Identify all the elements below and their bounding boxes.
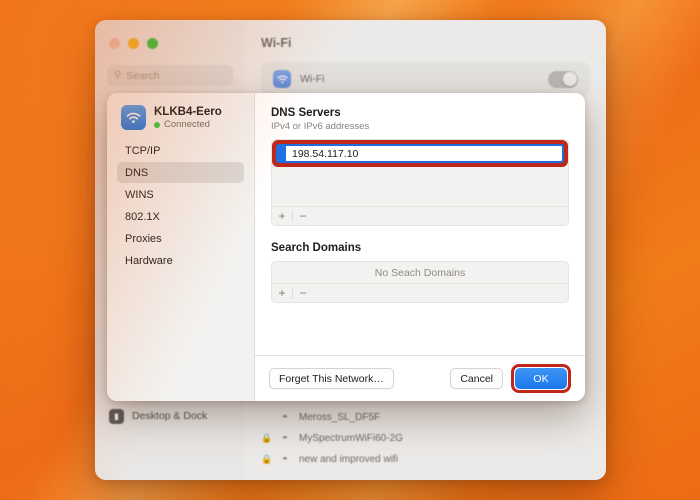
tab-label: TCP/IP <box>125 145 160 157</box>
tab-label: DNS <box>125 167 148 179</box>
tab-8021x[interactable]: 802.1X <box>117 206 244 227</box>
zoom-button[interactable] <box>147 38 158 49</box>
remove-dns-button[interactable]: − <box>293 207 313 226</box>
wifi-toggle-card: Wi-Fi <box>261 62 590 96</box>
tab-proxies[interactable]: Proxies <box>117 228 244 249</box>
lock-icon: 🔒 <box>261 454 271 465</box>
network-name: Meross_SL_DF5F <box>299 412 380 423</box>
cancel-label: Cancel <box>460 373 493 385</box>
network-name: MySpectrumWiFi60-2G <box>299 433 403 444</box>
wifi-toggle-row[interactable]: Wi-Fi <box>273 62 578 96</box>
status-dot <box>154 122 160 128</box>
wifi-toggle-label: Wi-Fi <box>300 73 325 85</box>
wifi-signal-icon: ◓ <box>279 412 291 423</box>
search-domains-title: Search Domains <box>271 242 569 254</box>
forget-network-button[interactable]: Forget This Network… <box>269 368 394 389</box>
connected-network-header: KLKB4-Eero Connected <box>117 105 244 140</box>
dns-servers-subtitle: IPv4 or IPv6 addresses <box>271 121 569 132</box>
tab-tcpip[interactable]: TCP/IP <box>117 140 244 161</box>
dialog-footer: Forget This Network… Cancel OK <box>255 355 585 401</box>
text-cursor <box>278 144 286 163</box>
desktop-wallpaper: ⚲ Search ▤ Control Center ◉ Siri & Spotl… <box>0 0 700 500</box>
sidebar-item-label: Desktop & Dock <box>132 410 207 422</box>
network-name: KLKB4-Eero <box>154 105 222 119</box>
dns-settings-pane: DNS Servers IPv4 or IPv6 addresses 198.5… <box>255 93 585 401</box>
search-input[interactable]: ⚲ Search <box>107 65 233 86</box>
wifi-toggle-switch[interactable] <box>548 71 578 88</box>
tab-label: Proxies <box>125 233 162 245</box>
tab-label: 802.1X <box>125 211 160 223</box>
network-row[interactable]: 🔒 ◓ new and improved wifi <box>261 449 590 470</box>
status-label: Connected <box>164 119 210 130</box>
sidebar-item-desktop-dock[interactable]: ▮ Desktop & Dock <box>103 404 237 428</box>
remove-search-domain-button[interactable]: − <box>293 284 313 303</box>
dns-server-value: 198.54.117.10 <box>286 148 358 160</box>
window-traffic-lights[interactable] <box>95 30 245 49</box>
close-button[interactable] <box>109 38 120 49</box>
minimize-button[interactable] <box>128 38 139 49</box>
ok-button[interactable]: OK <box>515 368 567 389</box>
search-icon: ⚲ <box>114 70 121 81</box>
network-details-dialog: KLKB4-Eero Connected TCP/IP DNS WINS 802… <box>107 93 585 401</box>
dns-servers-title: DNS Servers <box>271 107 569 119</box>
search-domains-controls: + − <box>272 283 568 302</box>
wifi-signal-icon: ◓ <box>279 454 291 465</box>
add-search-domain-button[interactable]: + <box>272 284 292 303</box>
dialog-sidebar: KLKB4-Eero Connected TCP/IP DNS WINS 802… <box>107 93 255 401</box>
network-row[interactable]: ◓ Meross_SL_DF5F <box>261 407 590 428</box>
tab-label: WINS <box>125 189 154 201</box>
network-name: new and improved wifi <box>299 454 398 465</box>
search-domains-list: No Seach Domains + − <box>271 261 569 303</box>
tab-hardware[interactable]: Hardware <box>117 250 244 271</box>
connection-status: Connected <box>154 119 222 130</box>
tab-label: Hardware <box>125 255 173 267</box>
dialog-actions: Cancel OK <box>450 364 571 393</box>
dns-servers-body: 198.54.117.10 <box>272 140 568 206</box>
page-title: Wi-Fi <box>261 36 590 50</box>
search-placeholder: Search <box>126 70 159 82</box>
dns-field-highlight-annotation: 198.54.117.10 <box>272 140 568 167</box>
dns-list-controls: + − <box>272 206 568 225</box>
ok-label: OK <box>533 373 548 385</box>
tab-wins[interactable]: WINS <box>117 184 244 205</box>
dns-servers-list: 198.54.117.10 + − <box>271 139 569 226</box>
desktop-dock-icon: ▮ <box>109 409 124 424</box>
tab-dns[interactable]: DNS <box>117 162 244 183</box>
available-networks-list: ◓ Meross_SL_DF5F 🔒 ◓ MySpectrumWiFi60-2G… <box>261 407 590 470</box>
toggle-knob <box>563 72 577 86</box>
wifi-icon <box>273 70 291 88</box>
ok-button-highlight-annotation: OK <box>511 364 571 393</box>
add-dns-button[interactable]: + <box>272 207 292 226</box>
search-domains-empty-text: No Seach Domains <box>272 262 568 283</box>
forget-network-label: Forget This Network… <box>279 373 384 385</box>
lock-icon: 🔒 <box>261 433 271 444</box>
network-row[interactable]: 🔒 ◓ MySpectrumWiFi60-2G <box>261 428 590 449</box>
cancel-button[interactable]: Cancel <box>450 368 503 389</box>
wifi-icon <box>121 105 146 130</box>
dns-server-input[interactable]: 198.54.117.10 <box>276 144 564 163</box>
wifi-signal-icon: ◓ <box>279 433 291 444</box>
